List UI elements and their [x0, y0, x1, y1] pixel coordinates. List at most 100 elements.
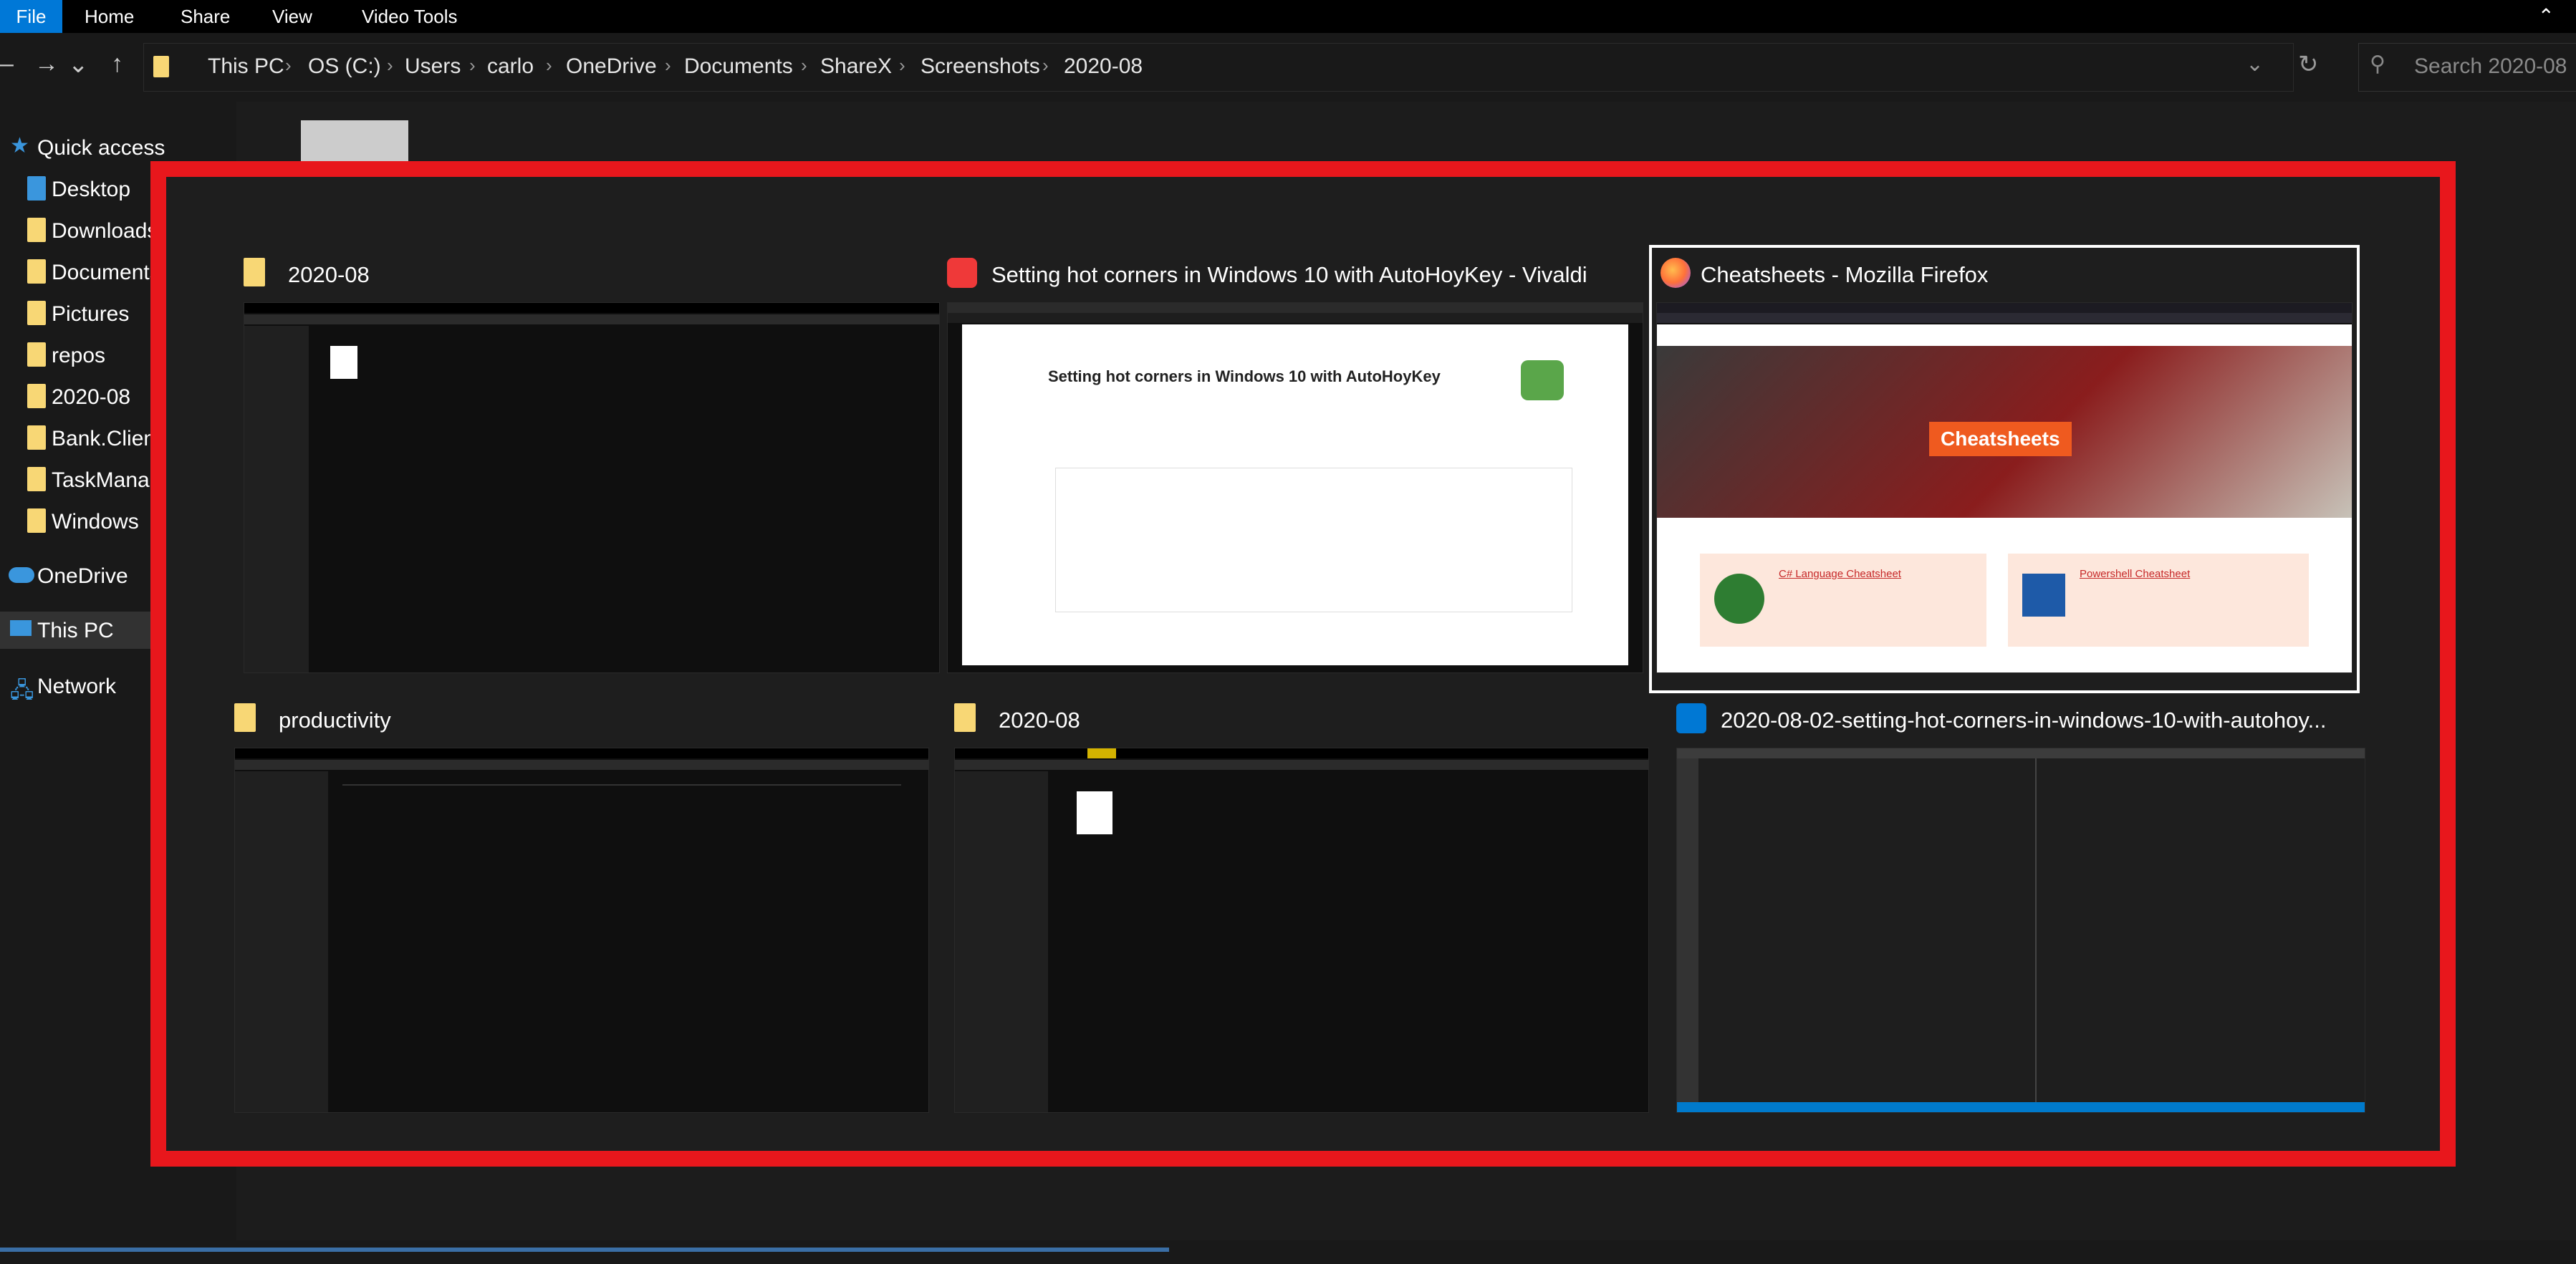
network-icon: 🖧 [10, 679, 34, 703]
thumb-ribbon [955, 748, 1648, 758]
ribbon: File Home Share View Video Tools ⌃ [0, 0, 2576, 33]
breadcrumb-this-pc[interactable]: This PC [208, 54, 284, 79]
site-logo [1521, 360, 1564, 400]
thumb-navpane [955, 771, 1048, 1112]
folder-icon [27, 508, 46, 533]
chevron-right-icon[interactable]: › [469, 54, 476, 77]
window-title: Setting hot corners in Windows 10 with A… [947, 252, 1643, 296]
pictures-icon [27, 301, 46, 325]
window-card-explorer-productivity[interactable]: productivity [234, 698, 929, 1113]
thumb-ribbon [244, 303, 939, 313]
powershell-card: Powershell Cheatsheet [2008, 554, 2309, 647]
window-thumbnail [1676, 748, 2365, 1113]
computer-icon [10, 620, 32, 636]
breadcrumb-2020-08[interactable]: 2020-08 [1064, 54, 1143, 79]
tab-share[interactable]: Share [181, 0, 230, 33]
window-thumbnail: Setting hot corners in Windows 10 with A… [947, 302, 1643, 673]
window-thumbnail [954, 748, 1649, 1113]
window-card-explorer-2020-08-b[interactable]: 2020-08 [954, 698, 1649, 1113]
tab-file[interactable]: File [0, 0, 62, 33]
chevron-up-icon[interactable]: ⌃ [2538, 4, 2555, 28]
tab-view[interactable]: View [272, 0, 312, 33]
thumb-page: Setting hot corners in Windows 10 with A… [962, 324, 1628, 665]
folder-icon [27, 425, 46, 450]
chevron-right-icon[interactable]: › [899, 54, 905, 77]
folder-icon [234, 703, 256, 732]
window-title: Cheatsheets - Mozilla Firefox [1656, 252, 2352, 296]
thumb-header [342, 784, 901, 786]
breadcrumb-onedrive[interactable]: OneDrive [566, 54, 657, 79]
chevron-right-icon[interactable]: › [546, 54, 552, 77]
powershell-icon [2022, 574, 2065, 617]
thumb-titlebar [1677, 748, 2365, 758]
forward-icon[interactable]: → [34, 50, 59, 78]
firefox-icon [1661, 258, 1691, 288]
folder-icon [954, 703, 976, 732]
documents-icon [27, 259, 46, 284]
breadcrumb-screenshots[interactable]: Screenshots [921, 54, 1040, 79]
task-view: 2020-08 Setting hot corners in Windows 1… [150, 161, 2456, 1167]
cheatsheets-banner: Cheatsheets [1929, 422, 2072, 456]
thumb-page: Cheatsheets C# Language Cheatsheet Power… [1657, 324, 2352, 672]
thumb-addressbar [235, 760, 928, 770]
csharp-card: C# Language Cheatsheet [1700, 554, 1986, 647]
thumb-navpane [244, 326, 309, 672]
window-thumbnail: Cheatsheets C# Language Cheatsheet Power… [1656, 302, 2352, 673]
tab-home[interactable]: Home [85, 0, 134, 33]
breadcrumb-users[interactable]: Users [405, 54, 461, 79]
recent-locations-icon[interactable]: ⌄ [68, 50, 89, 79]
comment-box [1055, 468, 1572, 612]
thumb-tabs [1657, 303, 2352, 313]
thumb-split [2035, 758, 2037, 1102]
star-icon: ★ [10, 134, 29, 158]
scrollbar[interactable] [0, 1248, 1169, 1252]
thumb-navpane [235, 771, 328, 1112]
window-card-explorer-2020-08[interactable]: 2020-08 [244, 252, 940, 686]
breadcrumb-os-c[interactable]: OS (C:) [308, 54, 381, 79]
csharp-icon [1714, 574, 1764, 624]
chevron-right-icon[interactable]: › [665, 54, 671, 77]
folder-icon [27, 342, 46, 367]
thumb-urlbar [1657, 313, 2352, 323]
folder-icon [27, 467, 46, 491]
chevron-right-icon[interactable]: › [387, 54, 393, 77]
thumb-addressbar [244, 314, 939, 324]
file-icon [1077, 791, 1112, 834]
tab-video-tools[interactable]: Video Tools [362, 0, 457, 33]
thumb-addressbar [955, 760, 1648, 770]
thumb-activitybar [1677, 758, 1698, 1102]
chevron-right-icon[interactable]: › [801, 54, 807, 77]
thumb-statusbar [1677, 1102, 2365, 1112]
window-thumbnail [234, 748, 929, 1113]
folder-icon [153, 56, 169, 77]
thumb-urlbar [948, 313, 1643, 323]
thumb-ribbon [235, 748, 928, 758]
thumb-manage-tab [1087, 748, 1116, 758]
chevron-right-icon[interactable]: › [1042, 54, 1049, 77]
vscode-icon [1676, 703, 1706, 733]
window-title: productivity [234, 698, 929, 742]
vivaldi-icon [947, 258, 977, 288]
up-icon[interactable]: ↑ [111, 50, 123, 78]
window-card-firefox[interactable]: Cheatsheets - Mozilla Firefox Cheatsheet… [1649, 245, 2360, 693]
desktop-icon [27, 176, 46, 201]
refresh-icon[interactable]: ↻ [2298, 50, 2319, 79]
search-icon: ⚲ [2370, 52, 2385, 76]
chevron-down-icon[interactable]: ⌄ [2246, 52, 2264, 77]
file-icon [330, 346, 357, 379]
breadcrumb-sharex[interactable]: ShareX [820, 54, 892, 79]
window-card-vscode[interactable]: 2020-08-02-setting-hot-corners-in-window… [1676, 698, 2365, 1113]
chevron-right-icon[interactable]: › [285, 54, 292, 77]
folder-icon [244, 258, 265, 286]
window-title: 2020-08 [244, 252, 940, 296]
downloads-icon [27, 218, 46, 242]
thumb-tabs [948, 303, 1643, 313]
window-thumbnail [244, 302, 940, 673]
window-card-vivaldi[interactable]: Setting hot corners in Windows 10 with A… [947, 252, 1643, 686]
back-icon[interactable]: – [0, 50, 14, 78]
address-field[interactable] [143, 43, 2294, 92]
window-title: 2020-08-02-setting-hot-corners-in-window… [1676, 698, 2365, 742]
breadcrumb-carlo[interactable]: carlo [487, 54, 534, 79]
breadcrumb-documents[interactable]: Documents [684, 54, 793, 79]
cloud-icon [9, 567, 34, 583]
